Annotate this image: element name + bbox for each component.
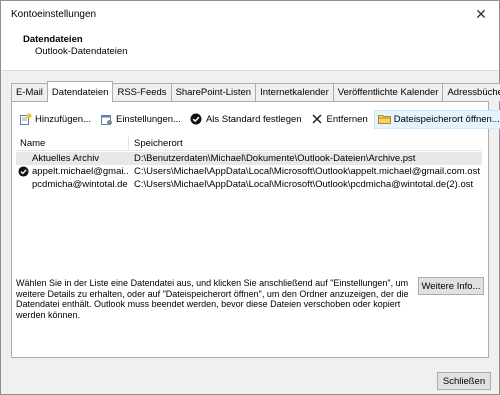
open-file-location-label: Dateispeicherort öffnen... [393,113,500,125]
settings-button[interactable]: Einstellungen... [97,110,184,129]
add-button-label: Hinzufügen... [35,113,91,125]
tab-strip: E-Mail Datendateien RSS-Feeds SharePoint… [11,81,500,102]
remove-button-label: Entfernen [326,113,368,125]
data-files-list: Name Speicherort Aktuelles Archiv D:\Ben… [16,135,482,251]
tab-email[interactable]: E-Mail [11,83,48,101]
header-panel: Datendateien Outlook-Datendateien [1,27,499,71]
tab-address-books[interactable]: Adressbücher [442,83,500,101]
file-name: appelt.michael@gmai... [32,166,128,177]
column-header-location[interactable]: Speicherort [134,138,183,149]
file-name: Aktuelles Archiv [32,153,100,164]
close-icon: ✕ [475,5,487,22]
settings-button-label: Einstellungen... [115,113,181,125]
file-location: C:\Users\Michael\AppData\Local\Microsoft… [134,166,480,177]
tab-rss-feeds[interactable]: RSS-Feeds [112,83,172,101]
list-item[interactable]: Aktuelles Archiv D:\Benutzerdaten\Michae… [16,152,482,165]
open-file-location-button[interactable]: Dateispeicherort öffnen... [373,109,500,129]
tab-data-files[interactable]: Datendateien [46,81,114,102]
tab-published-calendars[interactable]: Veröffentlichte Kalender [332,83,444,101]
close-button[interactable]: Schließen [437,372,491,390]
folder-icon [377,113,391,126]
file-name: pcdmicha@wintotal.de [32,179,128,190]
file-location: D:\Benutzerdaten\Michael\Dokumente\Outlo… [134,153,416,164]
tab-internet-calendars[interactable]: Internetkalender [255,83,334,101]
toolbar: Hinzufügen... Einstellungen... Als Stand… [16,109,500,129]
section-title: Datendateien [23,34,83,45]
account-settings-dialog: Kontoeinstellungen ✕ Datendateien Outloo… [0,0,500,395]
data-files-panel: Hinzufügen... Einstellungen... Als Stand… [11,101,500,358]
close-window-button[interactable]: ✕ [463,1,499,27]
set-default-button-label: Als Standard festlegen [205,113,302,125]
window-title: Kontoeinstellungen [11,9,97,20]
tab-sharepoint-lists[interactable]: SharePoint-Listen [170,83,257,101]
add-data-file-icon [19,113,32,126]
section-subtitle: Outlook-Datendateien [35,46,128,57]
add-button[interactable]: Hinzufügen... [16,110,94,129]
remove-x-icon [311,113,324,126]
list-item[interactable]: appelt.michael@gmai... C:\Users\Michael\… [16,165,482,178]
file-location: C:\Users\Michael\AppData\Local\Microsoft… [134,179,474,190]
list-item[interactable]: pcdmicha@wintotal.de C:\Users\Michael\Ap… [16,178,482,191]
column-divider[interactable] [128,135,129,151]
default-checkmark-icon [18,166,29,177]
list-header: Name Speicherort [16,135,482,151]
checkmark-circle-icon [190,113,203,126]
set-default-button[interactable]: Als Standard festlegen [187,110,305,129]
more-info-button[interactable]: Weitere Info... [418,277,484,295]
remove-button[interactable]: Entfernen [308,110,371,129]
settings-icon [100,113,113,126]
info-text: Wählen Sie in der Liste eine Datendatei … [16,278,409,320]
title-bar: Kontoeinstellungen ✕ [1,1,499,27]
column-header-name[interactable]: Name [20,138,45,149]
